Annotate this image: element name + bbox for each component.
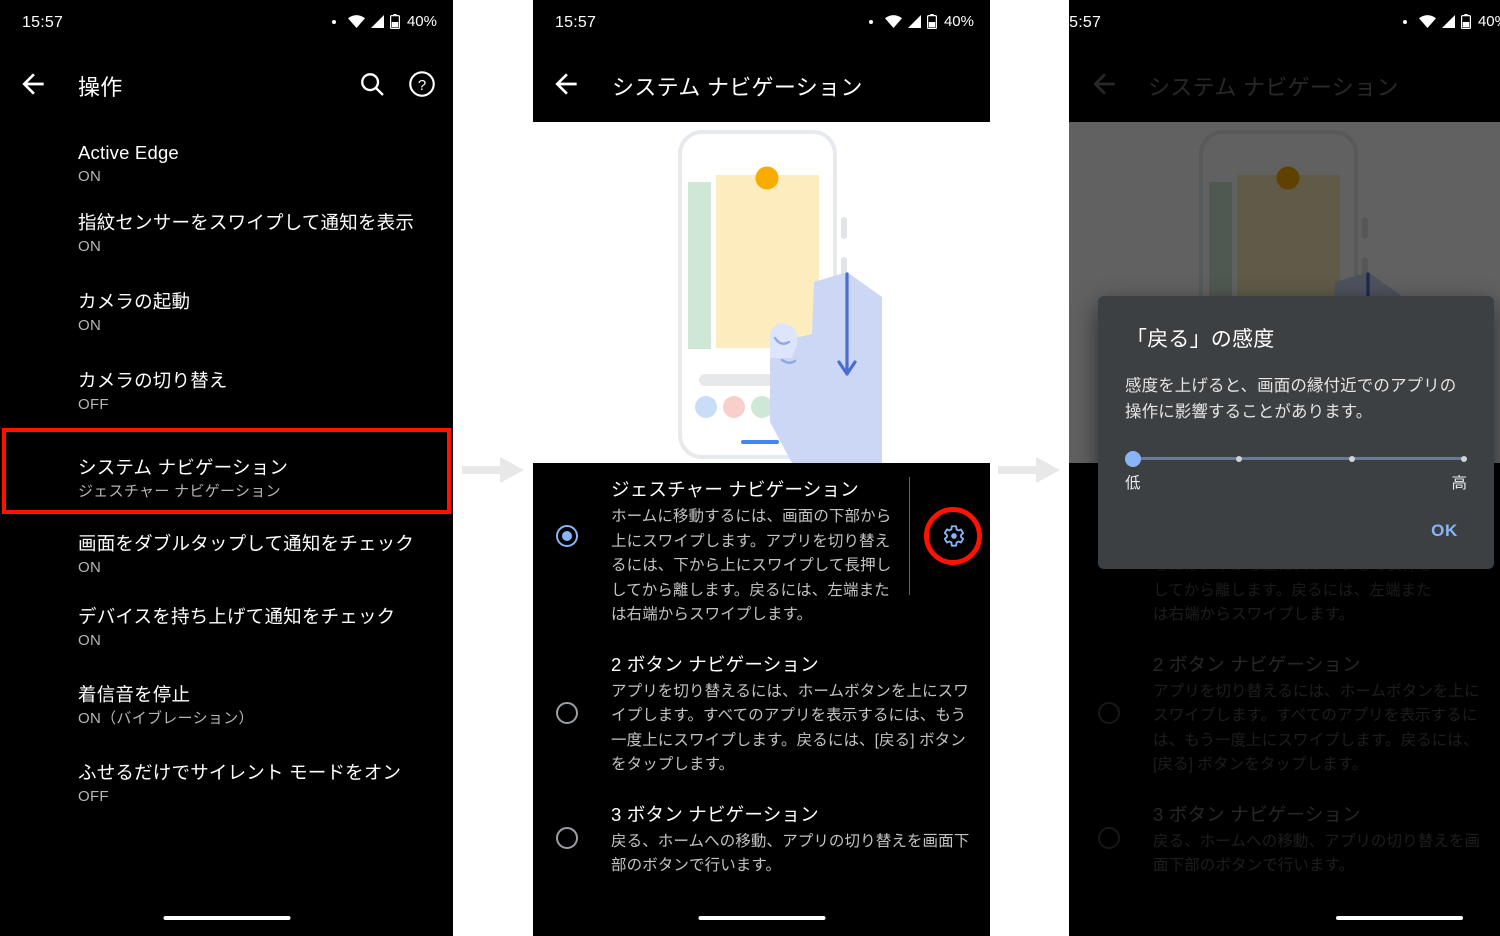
list-item-title: 指紋センサーをスワイプして通知を表示 xyxy=(78,212,415,233)
cellular-signal-icon xyxy=(1441,15,1456,28)
dialog-actions: OK xyxy=(1098,495,1494,569)
nav-option-description: 戻る、ホームへの移動、アプリの切り替えを画面下部のボタンで行います。 xyxy=(611,832,970,875)
list-item-subtitle: ON（バイブレーション） xyxy=(78,710,254,727)
radio-button-gesture[interactable] xyxy=(556,525,578,547)
page-title: 操作 xyxy=(78,75,123,100)
list-item-subtitle: ON xyxy=(78,317,102,334)
slider-thumb[interactable] xyxy=(1125,451,1141,467)
wifi-icon xyxy=(347,15,365,28)
battery-icon xyxy=(926,14,937,29)
slider-tick xyxy=(1461,455,1467,462)
slider-low-label: 低 xyxy=(1125,475,1141,492)
list-item[interactable]: デバイスを持ち上げて通知をチェック ON xyxy=(0,596,453,674)
nav-option-title: ジェスチャー ナビゲーション xyxy=(611,479,859,500)
list-item-subtitle: ON xyxy=(78,168,102,185)
list-item-title: カメラの起動 xyxy=(78,291,191,312)
list-item[interactable]: 指紋センサーをスワイプして通知を表示 ON xyxy=(0,202,453,281)
radio-button-two-button[interactable] xyxy=(556,701,578,724)
status-bar: 15:57 40% xyxy=(533,0,990,48)
status-bar-icons: 40% xyxy=(1402,13,1500,30)
list-item[interactable]: カメラの切り替え OFF xyxy=(0,360,453,438)
phone-screen-system-navigation: 15:57 40% システム ナビゲーション ジェスチャー ナビゲーション ホー… xyxy=(533,0,990,936)
status-bar: 15:57 40% xyxy=(0,0,453,48)
dot-indicator-icon xyxy=(331,19,336,24)
nav-option-title: 2 ボタン ナビゲーション xyxy=(611,653,819,675)
list-item-subtitle: ON xyxy=(78,238,102,255)
cellular-signal-icon xyxy=(370,15,385,28)
battery-icon xyxy=(1460,14,1471,29)
slider-track xyxy=(1125,457,1467,460)
slider-labels: 低 高 xyxy=(1125,471,1467,495)
nav-option-three-button[interactable]: 3 ボタン ナビゲーション 戻る、ホームへの移動、アプリの切り替えを画面下部のボ… xyxy=(533,788,990,889)
app-bar-system-navigation: システム ナビゲーション xyxy=(533,48,990,122)
navigation-options-list: ジェスチャー ナビゲーション ホームに移動するには、画面の下部から上にスワイプし… xyxy=(533,463,990,889)
dot-indicator-icon xyxy=(868,19,873,24)
slider-tick xyxy=(1236,455,1242,462)
flow-arrow-right xyxy=(998,455,1062,485)
battery-percent-label: 40% xyxy=(943,13,974,30)
slider-tick xyxy=(1349,455,1355,462)
help-icon[interactable]: ? xyxy=(407,69,437,99)
svg-text:?: ? xyxy=(418,77,426,94)
list-item[interactable]: Active Edge ON xyxy=(0,128,453,202)
status-bar-time: 15:57 xyxy=(1069,14,1102,31)
list-item-title: カメラの切り替え xyxy=(78,370,228,391)
phone-screen-gestures-settings: 15:57 40% 操作 ? Active Edge ON 指紋センサーをスワイ… xyxy=(0,0,453,936)
nav-option-title: 3 ボタン ナビゲーション xyxy=(611,803,819,825)
page-title: システム ナビゲーション xyxy=(612,75,863,100)
list-item-subtitle: OFF xyxy=(78,396,109,413)
illustration-artwork xyxy=(642,122,882,463)
status-bar-icons: 40% xyxy=(331,13,437,30)
list-item[interactable]: カメラの起動 ON xyxy=(0,281,453,360)
nav-option-description: アプリを切り替えるには、ホームボタンを上にスワイプします。すべてのアプリを表示す… xyxy=(611,682,969,774)
dot-indicator-icon xyxy=(1402,19,1407,24)
nav-option-two-button[interactable]: 2 ボタン ナビゲーション アプリを切り替えるには、ホームボタンを上にスワイプし… xyxy=(533,638,990,788)
status-bar-icons: 40% xyxy=(868,13,974,30)
gesture-navigation-illustration xyxy=(533,122,990,463)
battery-icon xyxy=(389,14,400,29)
cellular-signal-icon xyxy=(907,15,922,28)
nav-option-gesture[interactable]: ジェスチャー ナビゲーション ホームに移動するには、画面の下部から上にスワイプし… xyxy=(533,463,990,638)
status-bar-time: 15:57 xyxy=(555,14,597,31)
home-indicator xyxy=(163,916,290,920)
list-item-subtitle: ON xyxy=(78,632,102,649)
list-item-title: 着信音を停止 xyxy=(78,684,191,705)
ok-button[interactable]: OK xyxy=(1421,515,1468,547)
battery-percent-label: 40% xyxy=(1477,13,1500,30)
nav-option-description: ホームに移動するには、画面の下部から上にスワイプします。アプリを切り替えるには、… xyxy=(611,508,892,623)
gesture-settings-button[interactable] xyxy=(924,507,982,565)
flow-arrow-right xyxy=(462,455,526,485)
back-arrow-icon[interactable] xyxy=(17,68,49,100)
list-item[interactable]: 画面をダブルタップして通知をチェック ON xyxy=(0,517,453,596)
status-bar: 15:57 40% xyxy=(1069,0,1500,48)
home-indicator xyxy=(1336,916,1463,920)
wifi-icon xyxy=(884,15,902,28)
back-arrow-icon[interactable] xyxy=(550,68,582,100)
three-panel-screenshot-composite: 15:57 40% 操作 ? Active Edge ON 指紋センサーをスワイ… xyxy=(0,0,1500,936)
list-item-title: 画面をダブルタップして通知をチェック xyxy=(78,533,415,554)
back-sensitivity-dialog: 「戻る」の感度 感度を上げると、画面の縁付近でのアプリの操作に影響することがあり… xyxy=(1098,296,1494,569)
list-item-title: ふせるだけでサイレント モードをオン xyxy=(78,762,402,783)
list-item-subtitle: ON xyxy=(78,559,102,576)
app-bar-gestures: 操作 ? xyxy=(0,48,453,122)
dialog-title: 「戻る」の感度 xyxy=(1126,328,1275,351)
radio-button-three-button[interactable] xyxy=(556,826,578,849)
vertical-divider xyxy=(909,477,910,595)
list-item-subtitle: OFF xyxy=(78,788,109,805)
battery-percent-label: 40% xyxy=(406,13,437,30)
wifi-icon xyxy=(1418,15,1436,28)
sensitivity-slider[interactable] xyxy=(1125,451,1467,467)
phone-screen-back-sensitivity-dialog: 15:57 40% システム ナビゲーション xyxy=(1069,0,1500,936)
list-item[interactable]: ふせるだけでサイレント モードをオン OFF xyxy=(0,752,453,830)
slider-high-label: 高 xyxy=(1451,475,1467,492)
status-bar-time: 15:57 xyxy=(22,14,64,31)
home-indicator xyxy=(698,916,825,920)
list-item[interactable]: 着信音を停止 ON（バイブレーション） xyxy=(0,674,453,752)
list-item-title: デバイスを持ち上げて通知をチェック xyxy=(78,606,396,627)
dialog-body-text: 感度を上げると、画面の縁付近でのアプリの操作に影響することがあります。 xyxy=(1125,377,1457,421)
highlight-box-system-navigation xyxy=(2,428,451,514)
gear-icon xyxy=(940,523,966,549)
list-item-title: Active Edge xyxy=(78,142,179,163)
search-icon[interactable] xyxy=(357,69,387,99)
